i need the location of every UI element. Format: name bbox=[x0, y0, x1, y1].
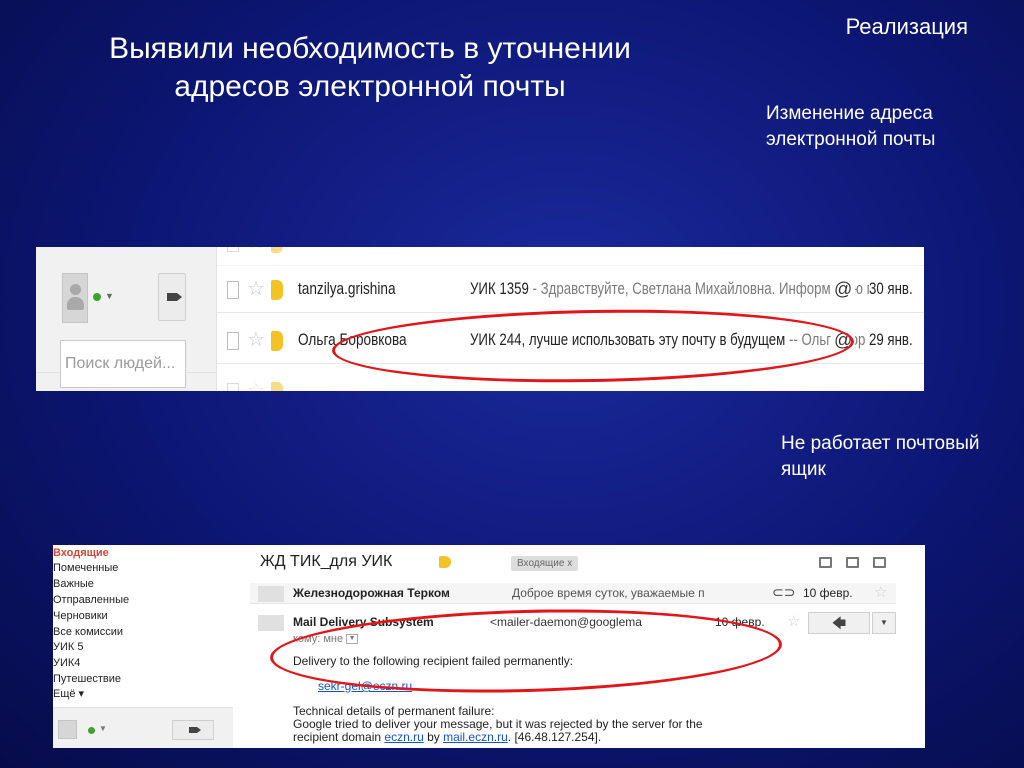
attachment-icon: ⊂⊃ bbox=[772, 584, 796, 600]
star-icon[interactable]: ☆ bbox=[247, 276, 265, 301]
to-line-text: кому: мне bbox=[293, 633, 344, 645]
details-dropdown-icon[interactable]: ▼ bbox=[346, 634, 359, 645]
star-icon[interactable]: ☆ bbox=[787, 612, 800, 630]
bounce-line-5-prefix: recipient domain bbox=[293, 730, 385, 744]
row-sender: Ольга Боровкова bbox=[298, 330, 407, 349]
sender-avatar bbox=[258, 615, 284, 631]
print-icon-2[interactable] bbox=[846, 557, 859, 568]
message-row[interactable]: Железнодорожная Терком Доброе время суто… bbox=[250, 583, 896, 604]
row-snippet: - Здравствуйте, Светлана Михайловна. Инф… bbox=[528, 279, 882, 298]
sidebar-item-uik5[interactable]: УИК 5 bbox=[53, 640, 83, 654]
table-row[interactable]: ☆ tanzilya.grishina УИК 1359 - Здравству… bbox=[217, 267, 924, 313]
note-mailbox-broken: Не работает почтовый ящик bbox=[781, 433, 980, 480]
row-date: 30 янв. bbox=[869, 279, 913, 299]
message-snippet: Доброе время суток, уважаемые п bbox=[512, 586, 705, 600]
message-from: Железнодорожная Терком bbox=[293, 586, 450, 600]
status-dot-icon bbox=[93, 293, 101, 301]
message-list: ☆ ☆ tanzilya.grishina УИК 1359 - Здравст… bbox=[217, 247, 924, 391]
inbox-screenshot: ▼ Поиск людей... ☆ ☆ tanzilya.grishina У… bbox=[36, 247, 924, 391]
avatar[interactable] bbox=[58, 720, 77, 739]
row-checkbox[interactable] bbox=[227, 247, 239, 252]
row-subject-text: УИК 244, лучше использовать эту почту в … bbox=[470, 330, 786, 349]
avatar[interactable] bbox=[62, 273, 88, 323]
row-sender: tanzilya.grishina bbox=[298, 279, 396, 298]
people-widget: ▼ Поиск людей... bbox=[36, 247, 217, 391]
server-link[interactable]: mail.eczn.ru bbox=[443, 730, 508, 744]
domain-link[interactable]: eczn.ru bbox=[384, 730, 423, 744]
star-icon[interactable]: ☆ bbox=[247, 247, 265, 254]
table-row-partial-top[interactable]: ☆ bbox=[217, 247, 924, 266]
failed-recipient-link[interactable]: sekr-gel@eczn.ru bbox=[318, 679, 412, 693]
chevron-down-icon: ▼ bbox=[880, 618, 888, 627]
slide-title: Выявили необходимость в уточнении адресо… bbox=[109, 32, 631, 103]
chevron-down-icon[interactable]: ▼ bbox=[105, 291, 114, 301]
message-row-expanded[interactable]: Mail Delivery Subsystem <mailer-daemon@g… bbox=[250, 612, 896, 634]
attachment-icon: @ bbox=[831, 330, 856, 351]
sidebar-item-drafts[interactable]: Черновики bbox=[53, 609, 108, 623]
row-checkbox[interactable] bbox=[227, 383, 239, 391]
message-date: 10 февр. bbox=[803, 586, 853, 600]
section-label: Реализация bbox=[845, 14, 968, 39]
row-checkbox[interactable] bbox=[227, 332, 239, 350]
thread-subject: ЖД ТИК_для УИК bbox=[260, 553, 393, 570]
reply-icon: 🡄 bbox=[831, 615, 847, 631]
table-row-partial-bottom[interactable]: ☆ bbox=[217, 369, 924, 391]
label-tag-icon bbox=[271, 382, 283, 391]
sidebar-item-more[interactable]: Ещё ▾ bbox=[53, 687, 84, 701]
chevron-down-icon[interactable]: ▼ bbox=[99, 724, 107, 733]
bounce-line-3: Technical details of permanent failure: bbox=[293, 704, 495, 718]
star-icon[interactable]: ☆ bbox=[247, 327, 265, 352]
row-subject-text: УИК 1359 bbox=[470, 279, 529, 298]
sidebar-item-sent[interactable]: Отправленные bbox=[53, 593, 129, 607]
label-tag-icon bbox=[271, 331, 283, 351]
message-date: 10 февр. bbox=[715, 615, 765, 629]
sidebar-item-starred[interactable]: Помеченные bbox=[53, 561, 118, 575]
message-from: Mail Delivery Subsystem bbox=[293, 615, 434, 629]
star-icon[interactable]: ☆ bbox=[874, 583, 887, 601]
inbox-label-chip[interactable]: Входящие x bbox=[511, 556, 579, 571]
sidebar: Входящие Помеченные Важные Отправленные … bbox=[53, 545, 233, 748]
sidebar-item-all-commissions[interactable]: Все комиссии bbox=[53, 625, 123, 639]
attachment-icon: @ bbox=[831, 279, 856, 300]
video-call-icon[interactable] bbox=[158, 273, 186, 321]
note-email-change: Изменение адреса электронной почты bbox=[766, 103, 936, 150]
row-date: 29 янв. bbox=[869, 330, 913, 350]
sidebar-item-important[interactable]: Важные bbox=[53, 577, 94, 591]
row-checkbox[interactable] bbox=[227, 281, 239, 299]
to-line: кому: мне ▼ bbox=[293, 633, 359, 645]
bounce-line-5-suffix: . [46.48.127.254]. bbox=[507, 730, 602, 744]
print-icon[interactable] bbox=[819, 557, 832, 568]
people-search-input[interactable]: Поиск людей... bbox=[60, 340, 186, 388]
chat-widget: ▼ bbox=[53, 707, 233, 748]
sender-avatar bbox=[258, 586, 284, 602]
reply-button[interactable]: 🡄 bbox=[808, 612, 870, 634]
label-tag-icon bbox=[271, 247, 283, 253]
bounce-line-4: Google tried to deliver your message, bu… bbox=[293, 717, 703, 731]
star-icon[interactable]: ☆ bbox=[247, 378, 265, 391]
bounce-line-1: Delivery to the following recipient fail… bbox=[293, 654, 574, 668]
bounce-line-5-by: by bbox=[423, 730, 444, 744]
new-window-icon[interactable] bbox=[873, 557, 886, 568]
row-subject: УИК 1359 - Здравствуйте, Светлана Михайл… bbox=[470, 279, 881, 299]
more-actions-button[interactable]: ▼ bbox=[872, 612, 896, 634]
video-call-icon[interactable] bbox=[172, 720, 214, 740]
failed-recipient-text[interactable]: sekr-gel@eczn.ru bbox=[318, 679, 412, 693]
sidebar-item-uik4[interactable]: УИК4 bbox=[53, 656, 80, 670]
sidebar-item-travel[interactable]: Путешествие bbox=[53, 672, 121, 686]
bounce-line-5: recipient domain eczn.ru by mail.eczn.ru… bbox=[293, 730, 601, 744]
row-subject: УИК 244, лучше использовать эту почту в … bbox=[470, 330, 865, 350]
thread-screenshot: Входящие Помеченные Важные Отправленные … bbox=[53, 545, 925, 748]
label-tag-icon bbox=[271, 280, 283, 300]
message-from-email: <mailer-daemon@googlema bbox=[490, 615, 642, 629]
status-dot-icon bbox=[88, 727, 95, 734]
table-row[interactable]: ☆ Ольга Боровкова УИК 244, лучше использ… bbox=[217, 318, 924, 364]
sidebar-item-inbox[interactable]: Входящие bbox=[53, 546, 109, 560]
label-tag-icon bbox=[439, 556, 451, 568]
